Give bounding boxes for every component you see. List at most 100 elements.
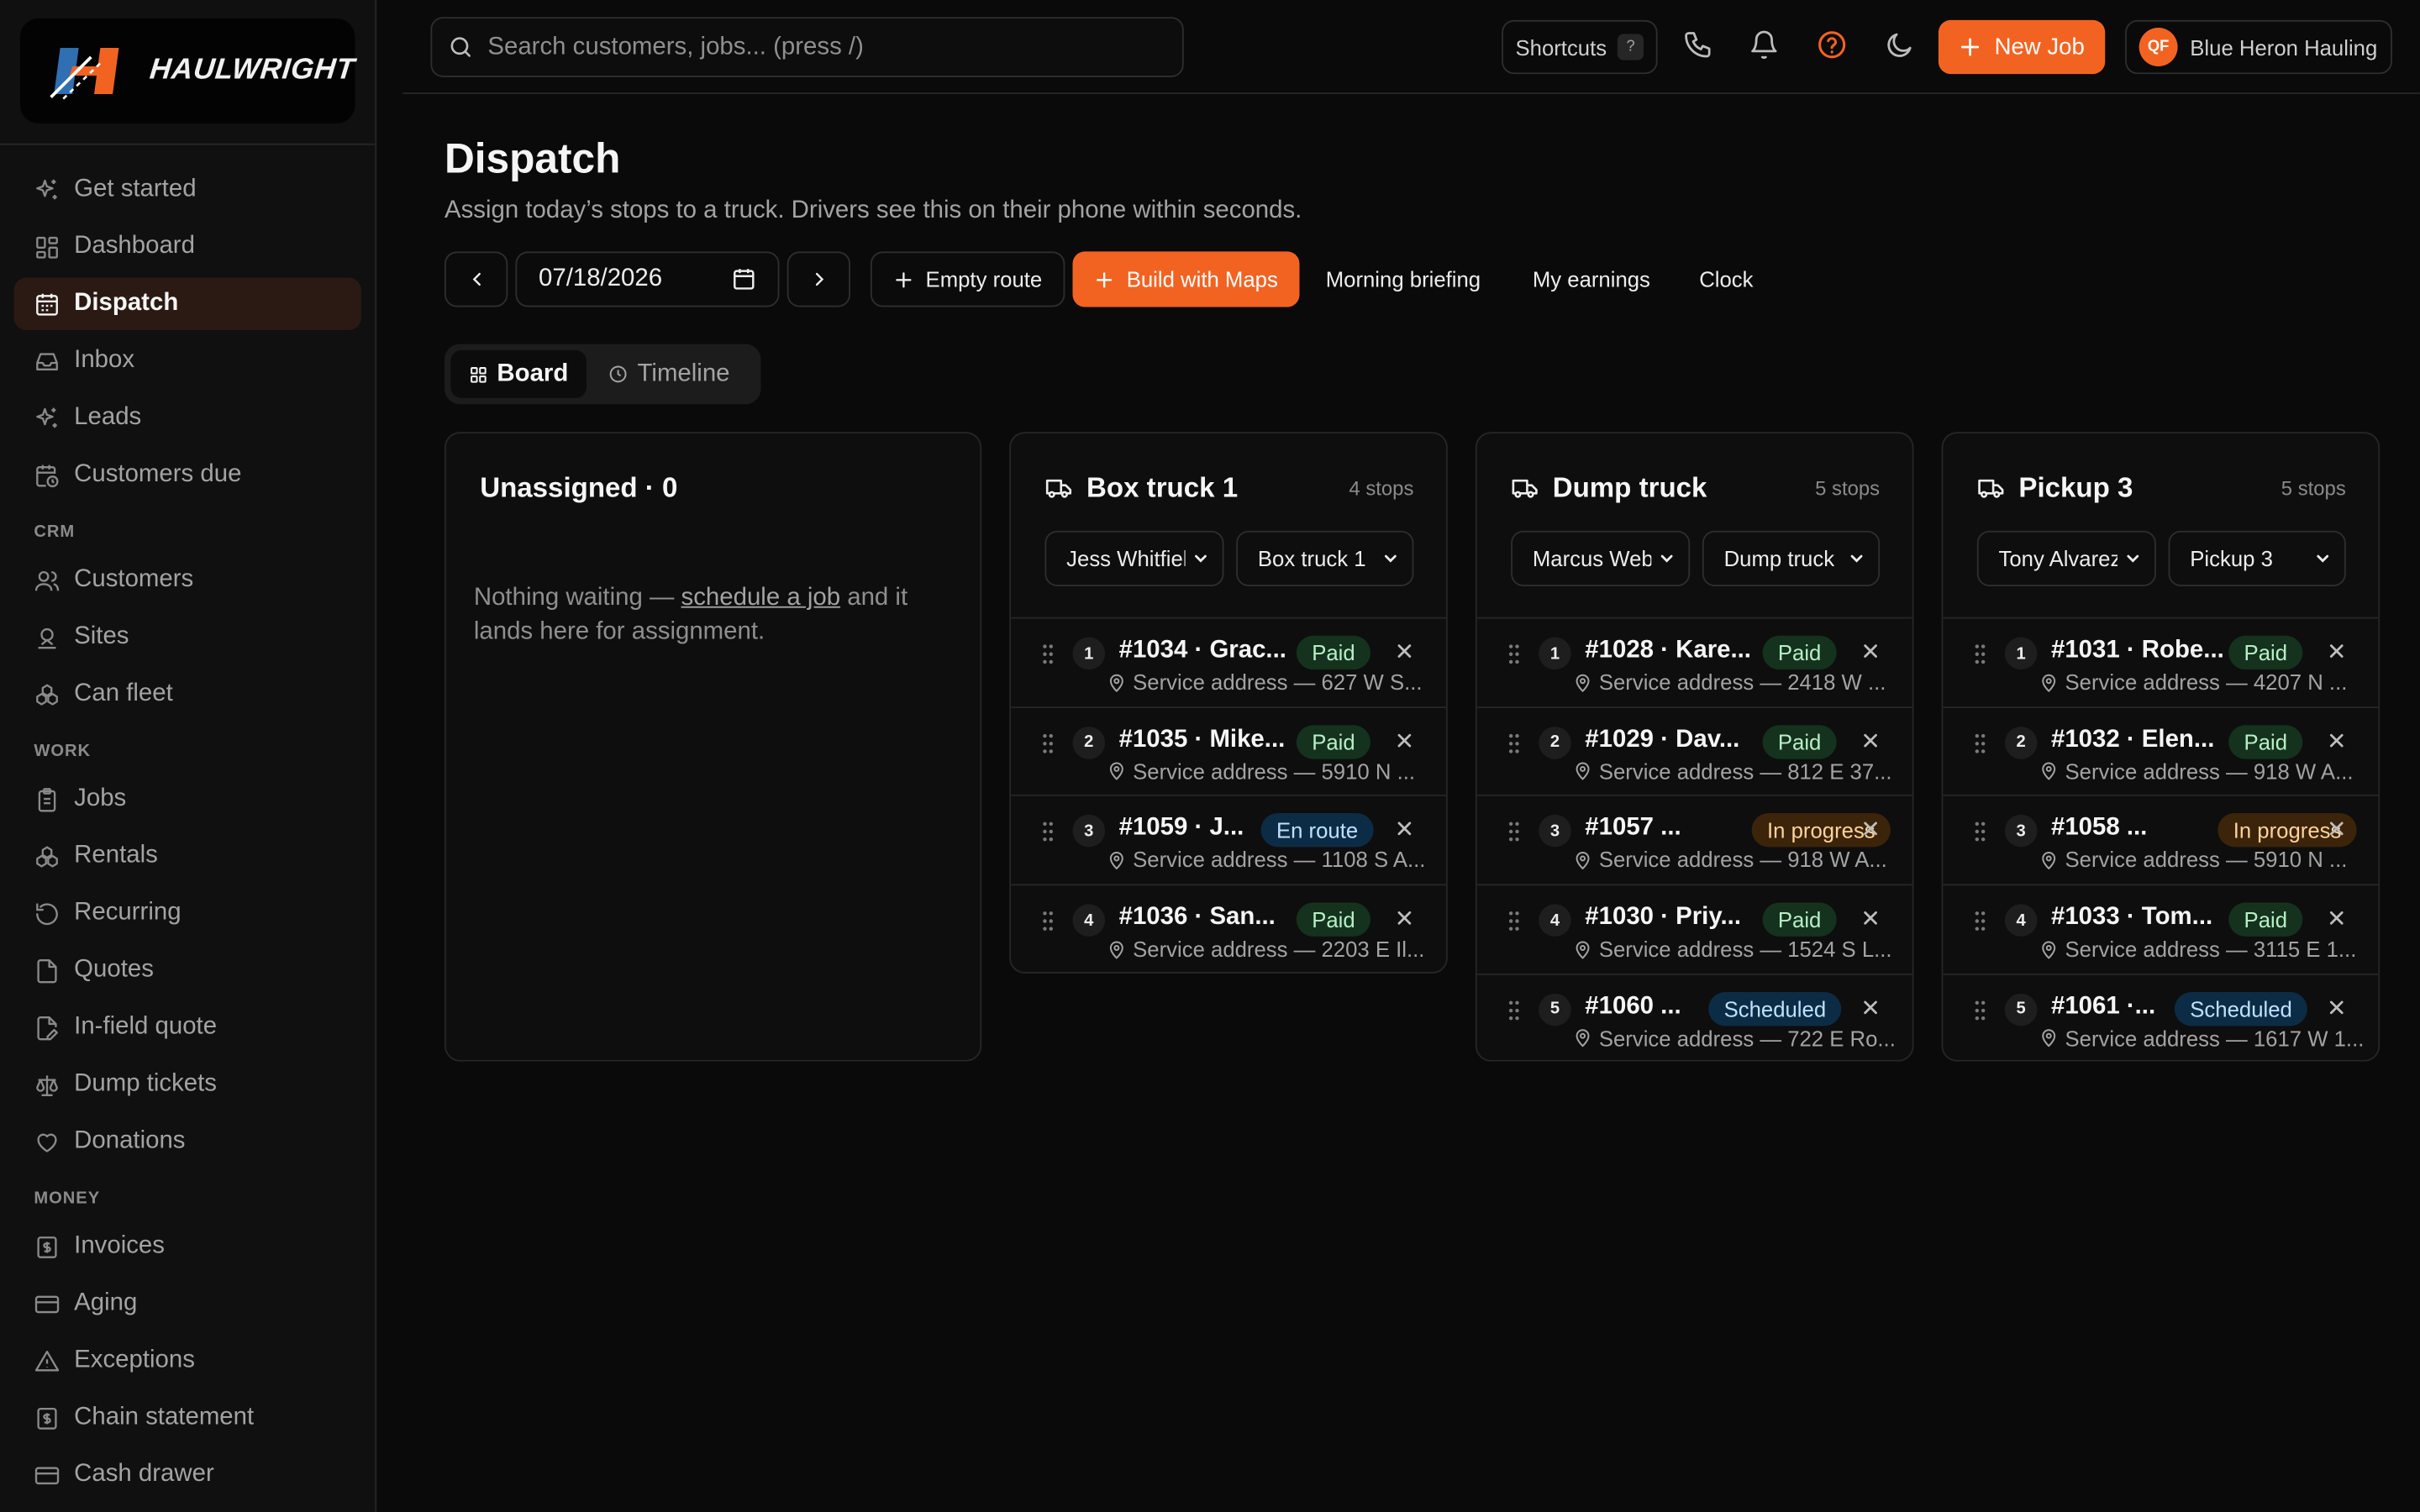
my-earnings-button[interactable]: My earnings <box>1533 251 1650 307</box>
sidebar-item-cash-drawer[interactable]: Cash drawer <box>14 1449 361 1501</box>
stop-row[interactable]: 2 #1032 · Elen... Paid Service address —… <box>1943 706 2379 796</box>
drag-handle-icon[interactable] <box>1507 1000 1520 1021</box>
stop-row[interactable]: 4 #1030 · Priy... Paid Service address —… <box>1476 884 1912 974</box>
tab-timeline[interactable]: Timeline <box>590 350 749 398</box>
stop-row[interactable]: 3 #1058 ... In progress Service address … <box>1943 795 2379 885</box>
job-title[interactable]: #1032 · Elen... <box>2051 727 2214 754</box>
drag-handle-icon[interactable] <box>1974 911 1986 932</box>
sidebar-item-can-fleet[interactable]: Can fleet <box>14 668 361 720</box>
search-input[interactable] <box>487 33 1152 61</box>
moon-icon[interactable] <box>1885 29 1916 60</box>
remove-stop-icon[interactable] <box>2326 907 2348 929</box>
remove-stop-icon[interactable] <box>2326 818 2348 840</box>
job-title[interactable]: #1036 · San... <box>1119 904 1276 932</box>
remove-stop-icon[interactable] <box>1394 818 1416 840</box>
stop-row[interactable]: 1 #1028 · Kare... Paid Service address —… <box>1476 617 1912 707</box>
sidebar-item-leads[interactable]: Leads <box>14 392 361 444</box>
build-with-maps-button[interactable]: Build with Maps <box>1072 251 1300 307</box>
drag-handle-icon[interactable] <box>1042 643 1055 665</box>
driver-select[interactable]: Marcus Webb <box>1511 530 1691 586</box>
vehicle-select[interactable]: Pickup 3 <box>2168 530 2346 586</box>
stop-row[interactable]: 1 #1034 · Grac... Paid Service address —… <box>1011 617 1446 707</box>
search-box[interactable] <box>430 17 1184 77</box>
sidebar-item-in-field-quote[interactable]: In-field quote <box>14 1001 361 1053</box>
sidebar-item-get-started[interactable]: Get started <box>14 164 361 216</box>
sidebar-item-inbox[interactable]: Inbox <box>14 335 361 387</box>
remove-stop-icon[interactable] <box>2326 640 2348 662</box>
remove-stop-icon[interactable] <box>2326 729 2348 751</box>
vehicle-select[interactable]: Box truck 1 <box>1236 530 1414 586</box>
stop-row[interactable]: 1 #1031 · Robe... Paid Service address —… <box>1943 617 2379 707</box>
driver-select[interactable]: Tony Alvarez <box>1976 530 2156 586</box>
job-title[interactable]: #1059 · J... <box>1119 815 1244 843</box>
sidebar-item-invoices[interactable]: Invoices <box>14 1221 361 1273</box>
drag-handle-icon[interactable] <box>1974 822 1986 843</box>
account-switcher[interactable]: QF Blue Heron Hauling <box>2125 19 2392 75</box>
stop-row[interactable]: 5 #1061 ·... Scheduled Service address —… <box>1943 973 2379 1060</box>
next-day-button[interactable] <box>786 251 851 307</box>
job-title[interactable]: #1033 · Tom... <box>2051 904 2212 932</box>
drag-handle-icon[interactable] <box>1042 911 1055 932</box>
drag-handle-icon[interactable] <box>1507 822 1520 843</box>
stop-row[interactable]: 3 #1057 ... In progress Service address … <box>1476 795 1912 885</box>
sidebar-item-customers[interactable]: Customers <box>14 554 361 606</box>
morning-briefing-button[interactable]: Morning briefing <box>1326 251 1481 307</box>
phone-icon[interactable] <box>1682 29 1713 60</box>
remove-stop-icon[interactable] <box>1860 818 1881 840</box>
driver-select[interactable]: Jess Whitfield <box>1044 530 1224 586</box>
drag-handle-icon[interactable] <box>1042 822 1055 843</box>
drag-handle-icon[interactable] <box>1042 732 1055 754</box>
sidebar-item-quotes[interactable]: Quotes <box>14 944 361 996</box>
date-picker[interactable]: 07/18/2026 <box>515 251 780 307</box>
bell-icon[interactable] <box>1749 29 1780 60</box>
tab-board[interactable]: Board <box>450 349 587 398</box>
drag-handle-icon[interactable] <box>1507 911 1520 932</box>
job-title[interactable]: #1031 · Robe... <box>2051 638 2224 665</box>
remove-stop-icon[interactable] <box>2326 996 2348 1018</box>
remove-stop-icon[interactable] <box>1394 640 1416 662</box>
vehicle-select[interactable]: Dump truck <box>1702 530 1881 586</box>
empty-route-button[interactable]: Empty route <box>870 251 1065 307</box>
remove-stop-icon[interactable] <box>1394 907 1416 929</box>
sidebar-item-sites[interactable]: Sites <box>14 611 361 663</box>
help-circle-icon[interactable] <box>1817 29 1848 60</box>
sidebar-item-chain-statement[interactable]: Chain statement <box>14 1392 361 1444</box>
new-job-button[interactable]: New Job <box>1938 19 2106 75</box>
stop-row[interactable]: 5 #1060 ... Scheduled Service address — … <box>1476 973 1912 1060</box>
sidebar-item-rentals[interactable]: Rentals <box>14 830 361 882</box>
remove-stop-icon[interactable] <box>1860 729 1881 751</box>
sidebar-item-dump-tickets[interactable]: Dump tickets <box>14 1058 361 1110</box>
job-title[interactable]: #1060 ... <box>1585 993 1681 1021</box>
sidebar-item-exceptions[interactable]: Exceptions <box>14 1335 361 1387</box>
job-title[interactable]: #1035 · Mike... <box>1119 727 1286 754</box>
job-title[interactable]: #1034 · Grac... <box>1119 638 1286 665</box>
job-title[interactable]: #1028 · Kare... <box>1585 638 1751 665</box>
remove-stop-icon[interactable] <box>1860 907 1881 929</box>
job-title[interactable]: #1058 ... <box>2051 815 2147 843</box>
schedule-job-link[interactable]: schedule a job <box>681 585 841 611</box>
stop-row[interactable]: 2 #1035 · Mike... Paid Service address —… <box>1011 706 1446 796</box>
stop-row[interactable]: 4 #1036 · San... Paid Service address — … <box>1011 884 1446 973</box>
sidebar-item-dashboard[interactable]: Dashboard <box>14 221 361 273</box>
drag-handle-icon[interactable] <box>1974 1000 1986 1021</box>
sidebar-item-aging[interactable]: Aging <box>14 1278 361 1330</box>
stop-row[interactable]: 2 #1029 · Dav... Paid Service address — … <box>1476 706 1912 796</box>
job-title[interactable]: #1057 ... <box>1585 815 1681 843</box>
sidebar-item-jobs[interactable]: Jobs <box>14 773 361 825</box>
stop-row[interactable]: 4 #1033 · Tom... Paid Service address — … <box>1943 884 2379 974</box>
sidebar-item-recurring[interactable]: Recurring <box>14 887 361 939</box>
remove-stop-icon[interactable] <box>1394 729 1416 751</box>
brand-logo[interactable]: HAULWRIGHT <box>19 18 356 123</box>
drag-handle-icon[interactable] <box>1507 643 1520 665</box>
shortcuts-button[interactable]: Shortcuts ? <box>1502 19 1658 75</box>
remove-stop-icon[interactable] <box>1860 996 1881 1018</box>
clock-button[interactable]: Clock <box>1699 251 1753 307</box>
drag-handle-icon[interactable] <box>1507 732 1520 754</box>
prev-day-button[interactable] <box>444 251 508 307</box>
drag-handle-icon[interactable] <box>1974 643 1986 665</box>
remove-stop-icon[interactable] <box>1860 640 1881 662</box>
job-title[interactable]: #1061 ·... <box>2051 993 2155 1021</box>
stop-row[interactable]: 3 #1059 · J... En route Service address … <box>1011 795 1446 885</box>
job-title[interactable]: #1029 · Dav... <box>1585 727 1739 754</box>
drag-handle-icon[interactable] <box>1974 732 1986 754</box>
